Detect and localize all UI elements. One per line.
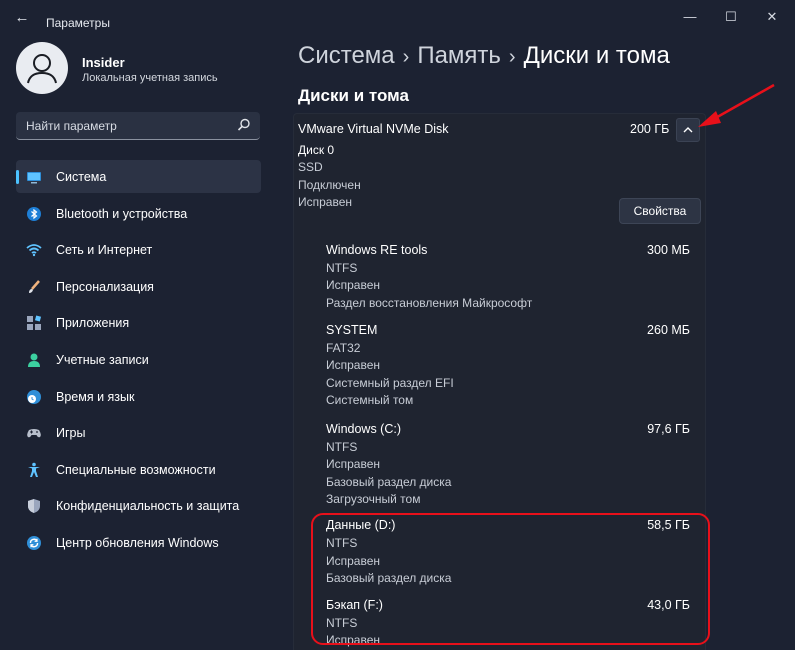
properties-button[interactable]: Свойства xyxy=(619,198,701,224)
annotation-arrow-icon xyxy=(698,83,775,127)
volume-type: Раздел восстановления Майкрософт xyxy=(326,296,533,310)
volume-filesystem: NTFS xyxy=(326,261,358,275)
disk-health-status: Исправен xyxy=(298,195,353,209)
sidebar-item-personalization[interactable]: Персонализация xyxy=(16,270,261,303)
gamepad-icon xyxy=(27,429,41,438)
sidebar-item-gaming[interactable]: Игры xyxy=(16,416,261,449)
display-icon xyxy=(27,172,41,184)
section-title: Диски и тома xyxy=(298,86,409,105)
volume-filesystem: NTFS xyxy=(326,440,358,454)
avatar[interactable] xyxy=(16,42,68,94)
breadcrumb-storage[interactable]: Память xyxy=(417,42,501,69)
sidebar-item-accessibility[interactable]: Специальные возможности xyxy=(16,453,261,486)
apps-icon xyxy=(27,315,42,331)
accessibility-icon xyxy=(28,462,40,477)
sidebar-item-label: Учетные записи xyxy=(56,352,149,367)
sidebar-item-label: Время и язык xyxy=(56,389,135,404)
title-bar: ← Параметры — ☐ ✕ xyxy=(0,0,795,34)
profile-account-type: Локальная учетная запись xyxy=(82,72,218,84)
search-input[interactable]: Найти параметр xyxy=(16,112,260,140)
page-title: Диски и тома xyxy=(523,42,670,69)
volume-status: Исправен xyxy=(326,278,381,292)
volume-size: 260 МБ xyxy=(647,323,690,337)
active-indicator xyxy=(16,170,19,184)
volume-size: 97,6 ГБ xyxy=(647,422,690,436)
volume-size: 300 МБ xyxy=(647,243,690,257)
volume-status: Исправен xyxy=(326,358,381,372)
sidebar-item-label: Сеть и Интернет xyxy=(56,243,153,258)
volume-filesystem: FAT32 xyxy=(326,341,361,355)
breadcrumb-separator: › xyxy=(402,46,410,68)
breadcrumb: Система › Память › Диски и тома xyxy=(298,42,670,70)
disk-name: VMware Virtual NVMe Disk xyxy=(298,122,449,136)
disk-connection-status: Подключен xyxy=(298,178,361,192)
sidebar-item-label: Bluetooth и устройства xyxy=(56,206,188,221)
brush-icon xyxy=(29,279,40,293)
shield-icon xyxy=(28,499,40,514)
sidebar-item-label: Специальные возможности xyxy=(56,462,216,477)
breadcrumb-separator: › xyxy=(508,46,516,68)
volume-name[interactable]: Windows RE tools xyxy=(326,243,427,257)
search-icon[interactable] xyxy=(236,117,252,133)
disk-type: SSD xyxy=(298,160,323,174)
sidebar-item-label: Приложения xyxy=(56,316,130,331)
sidebar-item-label: Игры xyxy=(56,426,86,441)
breadcrumb-system[interactable]: Система xyxy=(298,42,395,69)
highlight-box xyxy=(311,513,710,645)
sidebar-item-windows-update[interactable]: Центр обновления Windows xyxy=(16,526,261,559)
volume-name[interactable]: Windows (C:) xyxy=(326,422,401,436)
sidebar-item-network[interactable]: Сеть и Интернет xyxy=(16,233,261,266)
person-icon xyxy=(28,353,40,367)
sidebar-item-accounts[interactable]: Учетные записи xyxy=(16,343,261,376)
wifi-icon xyxy=(26,244,42,257)
maximize-button[interactable]: ☐ xyxy=(716,6,746,28)
sidebar-item-time-language[interactable]: Время и язык xyxy=(16,380,261,413)
user-icon xyxy=(27,54,57,84)
volume-status: Исправен xyxy=(326,457,381,471)
profile-name: Insider xyxy=(82,55,125,70)
update-icon xyxy=(27,535,41,550)
search-placeholder: Найти параметр xyxy=(26,119,117,133)
sidebar-item-label: Персонализация xyxy=(56,279,154,294)
back-button[interactable]: ← xyxy=(10,8,34,28)
sidebar-item-label: Центр обновления Windows xyxy=(56,535,219,550)
disk-size: 200 ГБ xyxy=(630,122,670,136)
volume-type: Базовый раздел диска xyxy=(326,475,452,489)
sidebar-item-privacy[interactable]: Конфиденциальность и защита xyxy=(16,489,261,522)
close-button[interactable]: ✕ xyxy=(757,6,787,28)
sidebar-nav: Система Bluetooth и устройства Сеть и Ин… xyxy=(16,160,261,563)
minimize-button[interactable]: — xyxy=(675,6,705,28)
globe-clock-icon xyxy=(27,389,41,404)
sidebar-item-apps[interactable]: Приложения xyxy=(16,306,261,339)
sidebar-item-label: Система xyxy=(56,170,107,184)
bluetooth-icon xyxy=(27,206,41,221)
volume-name[interactable]: SYSTEM xyxy=(326,323,377,337)
volume-type: Системный раздел EFI xyxy=(326,376,454,390)
volume-role: Загрузочный том xyxy=(326,492,421,506)
sidebar-item-bluetooth[interactable]: Bluetooth и устройства xyxy=(16,197,261,230)
disk-number: Диск 0 xyxy=(298,143,335,157)
sidebar-item-system[interactable]: Система xyxy=(16,160,261,193)
sidebar-item-label: Конфиденциальность и защита xyxy=(56,499,240,514)
volume-role: Системный том xyxy=(326,393,414,407)
app-title: Параметры xyxy=(46,16,110,30)
